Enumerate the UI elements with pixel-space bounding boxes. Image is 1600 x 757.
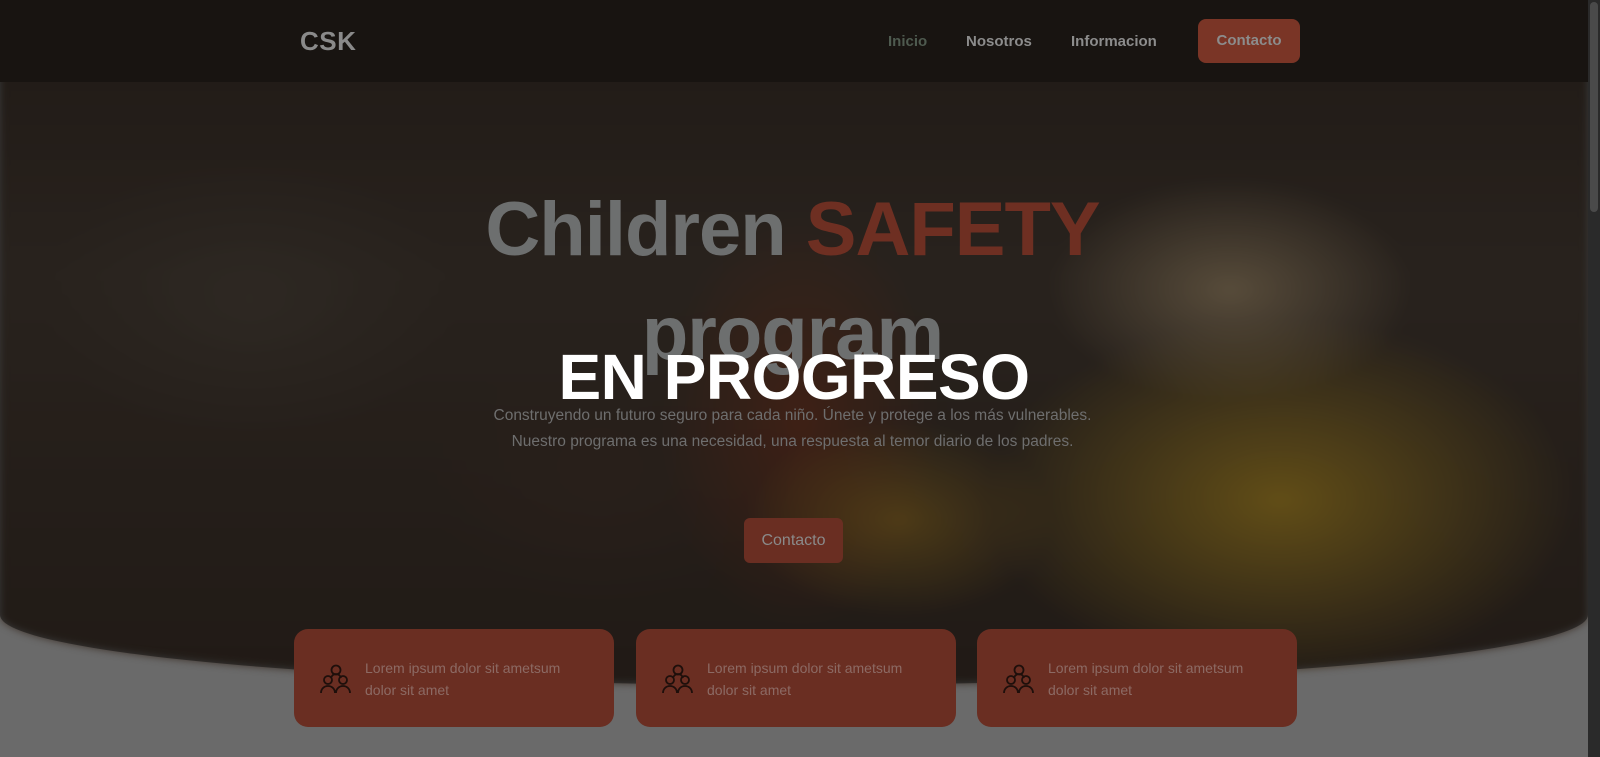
- scrollbar[interactable]: [1588, 0, 1600, 757]
- in-progress-stamp: EN PROGRESO: [558, 341, 1030, 413]
- scrollbar-thumb[interactable]: [1590, 2, 1598, 212]
